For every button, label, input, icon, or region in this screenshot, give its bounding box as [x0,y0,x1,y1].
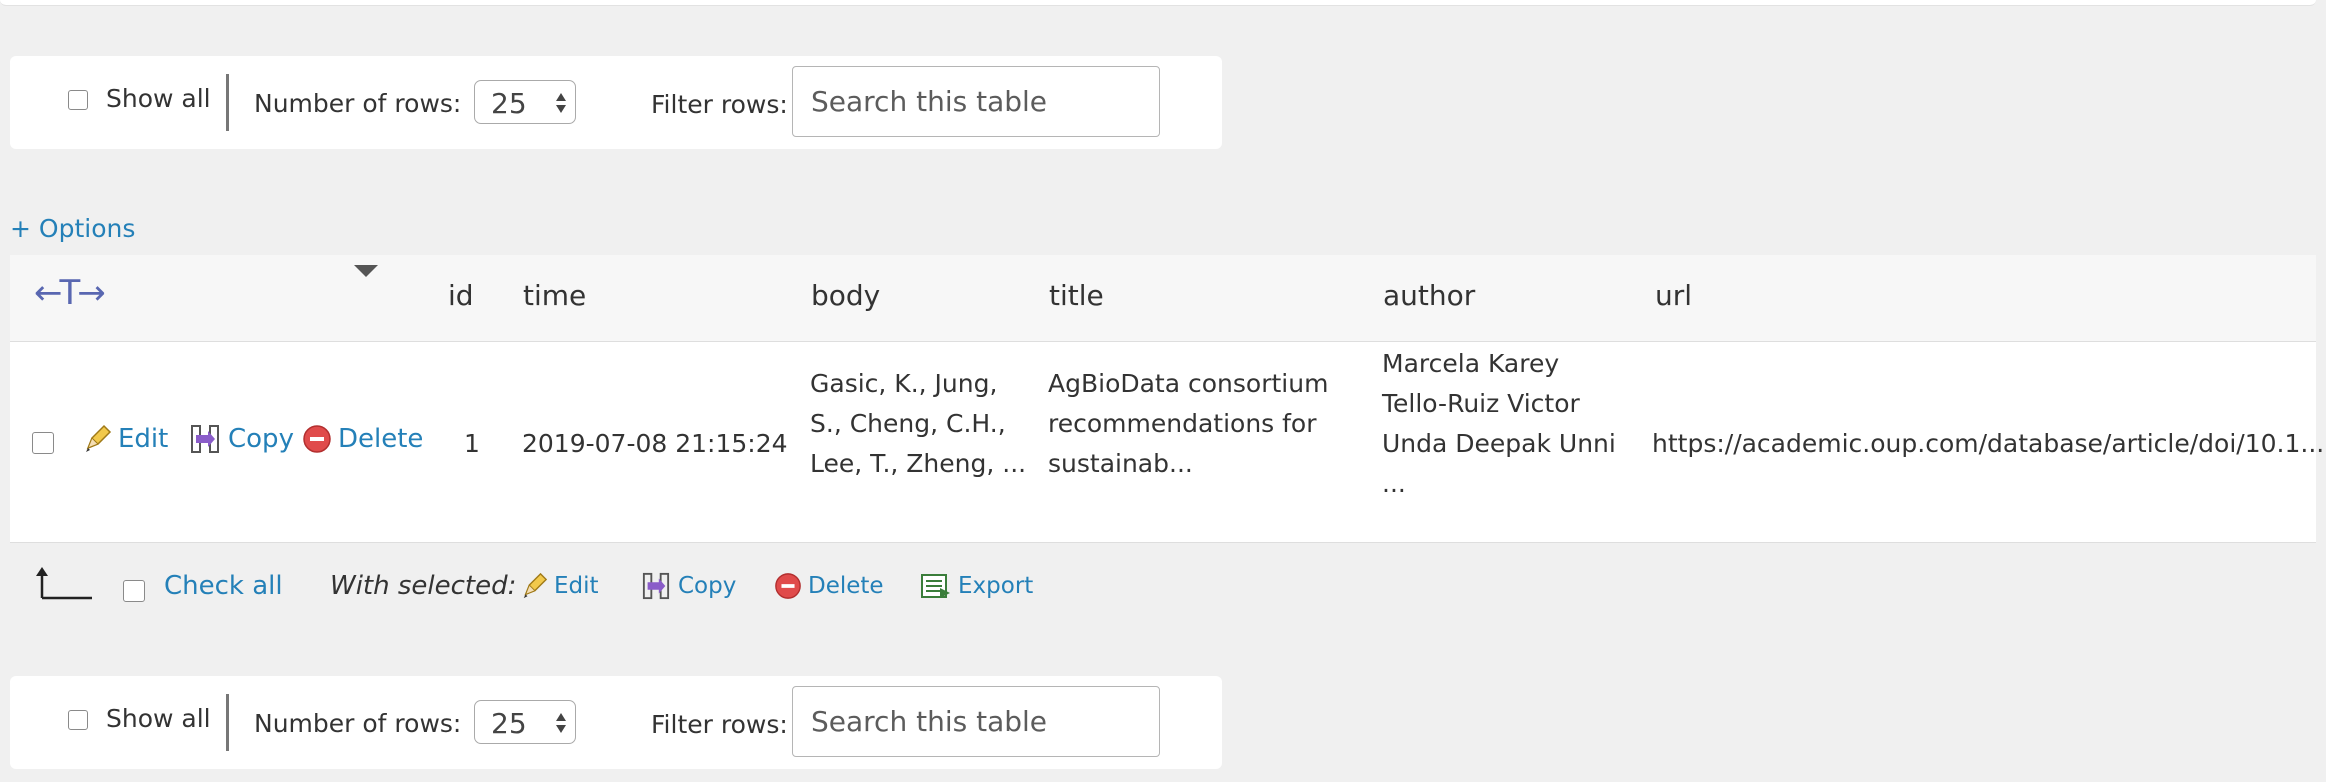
check-all-checkbox[interactable] [123,580,145,602]
bulk-edit-button[interactable]: Edit [520,572,599,600]
export-icon [921,574,950,598]
results-table: ←T→ id time body title author url Edit C… [10,255,2324,543]
cell-body-line: Gasic, K., Jung, [810,369,998,398]
filter-search-input[interactable] [792,686,1160,757]
column-header-title[interactable]: title [1049,279,1104,312]
cell-author-line: ... [1382,469,1406,498]
cell-url: https://academic.oup.com/database/articl… [1652,429,2325,458]
cell-author-line: Unda Deepak Unni [1382,429,1616,458]
show-all-label[interactable]: Show all [106,704,211,733]
cell-title: AgBioData consortium recommendations for… [1048,364,1328,484]
filter-label: Filter rows: [651,710,788,739]
row-delete-button[interactable]: Delete [302,424,423,454]
column-header-id[interactable]: id [448,279,474,312]
bulk-actions-bar: Check all With selected: Edit Copy Delet… [0,555,1100,615]
arrow-up-corner-icon [36,567,92,600]
column-header-body[interactable]: body [811,279,880,312]
row-delete-label: Delete [338,424,424,454]
check-all-link[interactable]: Check all [164,571,283,601]
delete-icon [775,573,801,599]
copy-icon [191,425,219,453]
copy-icon [642,572,670,600]
show-all-checkbox[interactable] [68,710,88,730]
bulk-copy-button[interactable]: Copy [640,572,736,600]
rows-select[interactable]: 25 [474,80,576,124]
cell-title-line: recommendations for [1048,409,1317,438]
pencil-icon [523,572,548,599]
cell-body-line: S., Cheng, C.H., [810,409,1006,438]
pencil-icon [86,424,112,452]
select-arrows-icon [556,713,566,733]
table-row: Edit Copy Delete 1 2019-07-08 21:15:24 G… [10,342,2324,543]
filter-search-input[interactable] [792,66,1160,137]
column-header-time[interactable]: time [523,279,586,312]
bulk-export-label: Export [958,573,1034,599]
column-header-author[interactable]: author [1383,279,1475,312]
bulk-edit-label: Edit [554,573,599,599]
options-link[interactable]: + Options [10,214,135,243]
table-navigation-bottom: Show all Number of rows: 25 Filter rows: [10,676,1222,769]
cell-body: Gasic, K., Jung, S., Cheng, C.H., Lee, T… [810,364,1026,484]
show-all-label[interactable]: Show all [106,84,211,113]
cell-author: Marcela Karey Tello-Ruiz Victor Unda Dee… [1382,344,1616,504]
show-all-checkbox[interactable] [68,90,88,110]
separator [226,74,229,131]
rows-label: Number of rows: [254,709,462,738]
cell-id: 1 [464,429,480,458]
bulk-delete-label: Delete [808,573,884,599]
filter-label: Filter rows: [651,90,788,119]
column-arrows-icon[interactable]: ←T→ [34,273,106,313]
bulk-export-button[interactable]: Export [920,572,1033,600]
cell-author-line: Marcela Karey [1382,349,1560,378]
sort-triangle-icon[interactable] [354,265,378,279]
with-selected-label: With selected: [330,571,517,601]
row-edit-button[interactable]: Edit [82,424,168,454]
row-checkbox[interactable] [32,432,54,454]
delete-icon [303,425,331,453]
row-copy-label: Copy [228,424,294,454]
cell-time: 2019-07-08 21:15:24 [522,429,788,458]
table-navigation-top: Show all Number of rows: 25 Filter rows: [10,56,1222,149]
cell-body-line: Lee, T., Zheng, ... [810,449,1027,478]
row-copy-button[interactable]: Copy [188,424,294,454]
rows-select-value: 25 [491,87,527,120]
rows-select[interactable]: 25 [474,700,576,744]
select-arrows-icon [556,93,566,113]
bulk-copy-label: Copy [678,573,737,599]
separator [226,694,229,751]
cell-author-line: Tello-Ruiz Victor [1382,389,1580,418]
table-header: ←T→ id time body title author url [10,255,2316,342]
rows-label: Number of rows: [254,89,462,118]
rows-select-value: 25 [491,707,527,740]
top-panel-edge [0,0,2316,6]
row-edit-label: Edit [118,424,169,454]
cell-title-line: AgBioData consortium [1048,369,1329,398]
cell-title-line: sustainab... [1048,449,1193,478]
bulk-delete-button[interactable]: Delete [774,572,884,600]
column-header-url[interactable]: url [1655,279,1692,312]
